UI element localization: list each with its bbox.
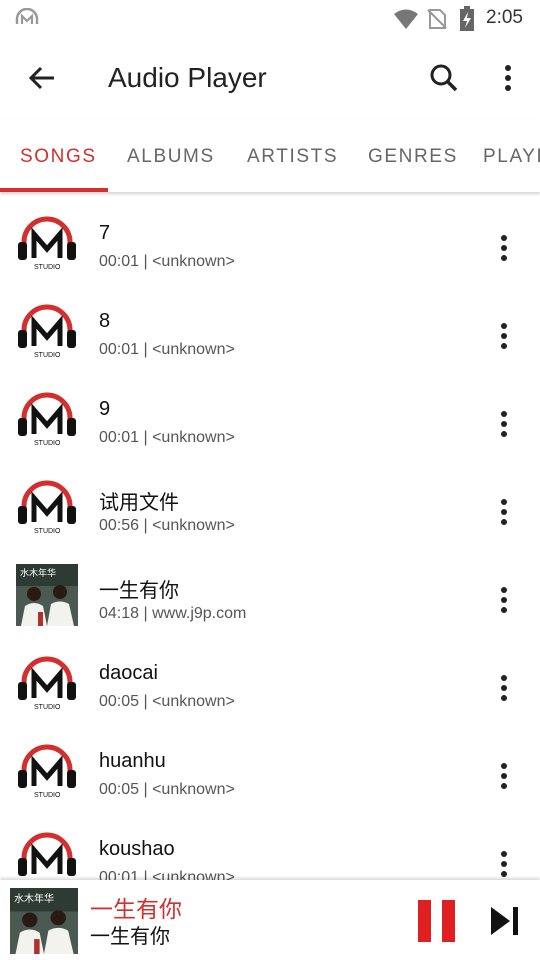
- app-toolbar: Audio Player: [0, 36, 540, 120]
- tab-indicator: [0, 188, 108, 192]
- song-subtitle: 00:01 | <unknown>: [99, 341, 235, 358]
- status-time: 2:05: [486, 7, 523, 28]
- logo-label: STUDIO: [34, 264, 61, 271]
- song-title: 一生有你: [99, 580, 179, 602]
- pause-icon[interactable]: [418, 900, 456, 942]
- now-playing-cover: 水木年华: [10, 888, 78, 954]
- logo-label: STUDIO: [34, 440, 61, 447]
- list-item[interactable]: STUDIO daocai 00:05 | <unknown>: [0, 632, 540, 720]
- studio-logo-icon: STUDIO: [16, 828, 78, 880]
- song-more-icon[interactable]: [490, 408, 518, 440]
- song-title: 试用文件: [99, 492, 179, 514]
- logo-label: STUDIO: [34, 352, 61, 359]
- album-cover: 水木年华: [16, 564, 78, 626]
- song-more-icon[interactable]: [490, 496, 518, 528]
- now-playing-title: 一生有你: [90, 896, 182, 922]
- tab-songs[interactable]: SONGS: [20, 146, 97, 168]
- tab-albums[interactable]: ALBUMS: [127, 146, 215, 168]
- studio-logo-icon: STUDIO: [16, 476, 78, 538]
- song-subtitle: 00:05 | <unknown>: [99, 781, 235, 798]
- studio-logo-icon: STUDIO: [16, 740, 78, 802]
- now-playing-bar[interactable]: 水木年华 一生有你 一生有你: [0, 880, 540, 960]
- logo-label: STUDIO: [34, 704, 61, 711]
- overflow-menu-icon[interactable]: [492, 62, 524, 94]
- song-more-icon[interactable]: [490, 584, 518, 616]
- song-title: 9: [99, 398, 111, 420]
- list-item[interactable]: STUDIO koushao 00:01 | <unknown>: [0, 808, 540, 880]
- battery-charging-icon: [460, 6, 474, 31]
- song-title: daocai: [99, 662, 158, 684]
- list-item[interactable]: STUDIO 8 00:01 | <unknown>: [0, 280, 540, 368]
- song-subtitle: 00:05 | <unknown>: [99, 693, 235, 710]
- song-title: koushao: [99, 838, 175, 860]
- song-more-icon[interactable]: [490, 848, 518, 880]
- logo-label: STUDIO: [34, 792, 61, 799]
- page-title: Audio Player: [108, 62, 267, 93]
- song-subtitle: 04:18 | www.j9p.com: [99, 605, 247, 622]
- list-item[interactable]: STUDIO 试用文件 00:56 | <unknown>: [0, 456, 540, 544]
- list-item[interactable]: STUDIO huanhu 00:05 | <unknown>: [0, 720, 540, 808]
- song-subtitle: 00:56 | <unknown>: [99, 517, 235, 534]
- studio-logo-icon: STUDIO: [16, 652, 78, 714]
- skip-next-icon[interactable]: [488, 904, 522, 938]
- cover-caption: 水木年华: [14, 894, 54, 905]
- song-subtitle: 00:01 | <unknown>: [99, 429, 235, 446]
- tab-genres[interactable]: GENRES: [368, 146, 458, 168]
- song-title: 8: [99, 310, 111, 332]
- songs-list[interactable]: STUDIO 7 00:01 | <unknown> STUDIO 8 00:0…: [0, 192, 540, 880]
- song-more-icon[interactable]: [490, 320, 518, 352]
- status-bar: 2:05: [0, 0, 540, 36]
- back-arrow-icon[interactable]: [26, 62, 58, 94]
- tab-artists[interactable]: ARTISTS: [247, 146, 338, 168]
- search-icon[interactable]: [428, 62, 460, 94]
- no-sim-icon: [427, 9, 447, 29]
- tab-playlists[interactable]: PLAYL: [483, 146, 540, 168]
- cover-caption: 水木年华: [20, 568, 57, 578]
- studio-logo-icon: STUDIO: [16, 212, 78, 274]
- tab-bar: SONGS ALBUMS ARTISTS GENRES PLAYL: [0, 120, 540, 192]
- studio-logo-icon: STUDIO: [16, 300, 78, 362]
- song-title: 7: [99, 222, 111, 244]
- list-item[interactable]: 水木年华 一生有你 04:18 | www.j9p.com: [0, 544, 540, 632]
- wifi-icon: [394, 9, 418, 29]
- song-more-icon[interactable]: [490, 760, 518, 792]
- studio-logo-icon: STUDIO: [16, 388, 78, 450]
- app-notification-icon: [15, 8, 39, 24]
- song-more-icon[interactable]: [490, 232, 518, 264]
- logo-label: STUDIO: [34, 528, 61, 535]
- song-subtitle: 00:01 | <unknown>: [99, 253, 235, 270]
- list-item[interactable]: STUDIO 7 00:01 | <unknown>: [0, 192, 540, 280]
- song-subtitle: 00:01 | <unknown>: [99, 869, 235, 880]
- list-item[interactable]: STUDIO 9 00:01 | <unknown>: [0, 368, 540, 456]
- song-more-icon[interactable]: [490, 672, 518, 704]
- now-playing-subtitle: 一生有你: [90, 926, 170, 948]
- song-title: huanhu: [99, 750, 166, 772]
